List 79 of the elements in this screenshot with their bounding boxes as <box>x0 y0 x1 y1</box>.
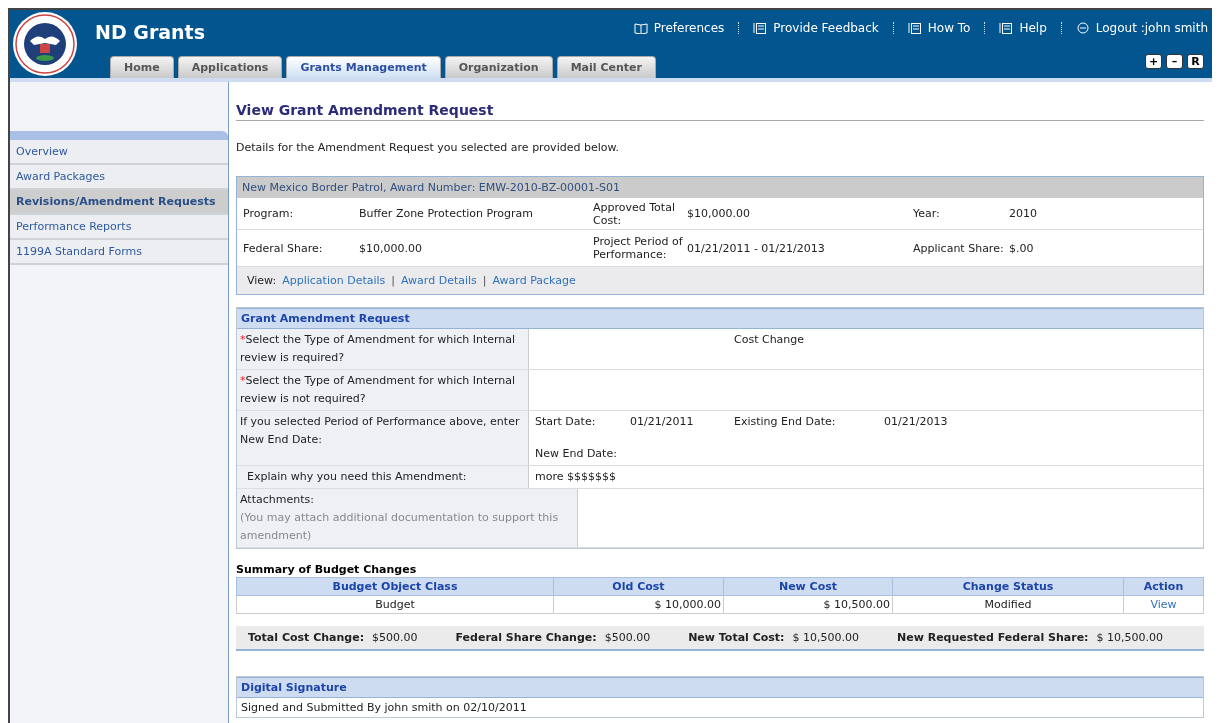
sidebar-item[interactable]: Performance Reports <box>10 215 228 240</box>
section-header: Digital Signature <box>237 677 1203 698</box>
total-value: $ 10,500.00 <box>792 631 859 644</box>
table-cell: Modified <box>892 595 1124 614</box>
header-link[interactable]: Provide Feedback <box>753 21 879 35</box>
field-value: 01/21/2013 <box>884 414 949 430</box>
total-label: Federal Share Change: <box>455 631 597 644</box>
header-link[interactable]: How To <box>907 21 971 35</box>
answer-value: Cost Change <box>734 333 805 346</box>
field-label: Start Date: <box>535 414 597 430</box>
section-header: Grant Amendment Request <box>237 308 1203 329</box>
field-label: Program: <box>243 207 295 220</box>
sidebar-item[interactable]: Overview <box>10 140 228 165</box>
column-header: Budget Object Class <box>236 577 554 596</box>
field-value: 01/21/2011 <box>630 414 695 430</box>
nav-tab[interactable]: Grants Management <box>286 56 441 78</box>
field-label: Project Period of Performance: <box>593 235 684 261</box>
signature-text: Signed and Submitted By john smith on 02/10/2011 <box>240 700 528 716</box>
answer-value: more $$$$$$$ <box>535 470 616 483</box>
field-value: $10,000.00 <box>359 241 423 255</box>
nav-tab[interactable]: Home <box>110 56 174 78</box>
total-value: $500.00 <box>372 631 418 644</box>
total-label: New Requested Federal Share: <box>897 631 1089 644</box>
field-value: $.00 <box>1009 241 1035 255</box>
nav-tab[interactable]: Organization <box>444 56 553 78</box>
link-separator: | <box>482 274 487 287</box>
view-link[interactable]: Application Details <box>282 274 386 287</box>
seal-logo <box>12 11 78 77</box>
field-label: Applicant Share: <box>913 241 1005 255</box>
field-label: Existing End Date: <box>734 414 837 430</box>
text-size-button[interactable]: + <box>1145 54 1162 69</box>
field-label: Approved Total Cost: <box>593 200 676 227</box>
intro-text: Details for the Amendment Request you selected are provided below. <box>236 141 620 154</box>
document-icon <box>753 22 768 34</box>
total-label: Total Cost Change: <box>248 631 365 644</box>
text-size-button[interactable]: R <box>1187 54 1204 69</box>
book-icon <box>633 22 648 34</box>
award-header: New Mexico Border Patrol, Award Number: EMW-2010-BZ-00001-S01 <box>237 177 1203 198</box>
total-label: New Total Cost: <box>688 631 785 644</box>
field-label: New End Date: <box>535 446 618 462</box>
link-separator: | <box>391 274 396 287</box>
page-title: View Grant Amendment Request <box>236 102 1204 121</box>
column-header: Action <box>1123 577 1204 596</box>
field-value: 2010 <box>1009 207 1038 220</box>
field-label: Year: <box>913 207 941 220</box>
column-header: Old Cost <box>553 577 724 596</box>
header-link[interactable]: Help <box>999 21 1047 35</box>
total-value: $ 10,500.00 <box>1096 631 1163 644</box>
nav-tab[interactable]: Mail Center <box>556 56 656 78</box>
sidebar-item[interactable]: Award Packages <box>10 165 228 190</box>
text-size-button[interactable]: – <box>1166 54 1183 69</box>
app-title: ND Grants <box>95 21 205 43</box>
field-label: Federal Share: <box>243 241 324 255</box>
nav-tab[interactable]: Applications <box>177 56 283 78</box>
question-label: If you selected Period of Performance above, enter New End Date: <box>237 411 529 465</box>
view-label: View: <box>247 274 277 287</box>
column-header: New Cost <box>723 577 893 596</box>
header-link[interactable]: Logout :john smith <box>1075 21 1208 35</box>
attachments-label: Attachments: (You may attach additional documentation to support this amendment) <box>237 489 578 547</box>
question-label: *Select the Type of Amendment for which Internal review is required? <box>237 329 529 369</box>
question-label: *Select the Type of Amendment for which Internal review is not required? <box>237 370 529 410</box>
logout-icon <box>1075 22 1090 34</box>
sidebar-item[interactable]: Revisions/Amendment Requests <box>10 190 228 215</box>
field-value: $10,000.00 <box>687 207 751 220</box>
total-value: $500.00 <box>604 631 651 644</box>
field-value: Buffer Zone Protection Program <box>359 207 534 220</box>
view-link[interactable]: Award Package <box>492 274 576 287</box>
table-cell: $ 10,500.00 <box>723 595 893 614</box>
sidebar-item[interactable]: 1199A Standard Forms <box>10 240 228 265</box>
section-title: Summary of Budget Changes <box>236 563 418 576</box>
view-link[interactable]: Award Details <box>401 274 477 287</box>
field-value: 01/21/2011 - 01/21/2013 <box>687 241 826 255</box>
document-icon <box>999 22 1014 34</box>
question-label: Explain why you need this Amendment: <box>237 466 529 488</box>
column-header: Change Status <box>892 577 1124 596</box>
table-cell: $ 10,000.00 <box>553 595 724 614</box>
document-icon <box>907 22 922 34</box>
table-cell: Budget <box>236 595 554 614</box>
header-link[interactable]: Preferences <box>633 21 725 35</box>
